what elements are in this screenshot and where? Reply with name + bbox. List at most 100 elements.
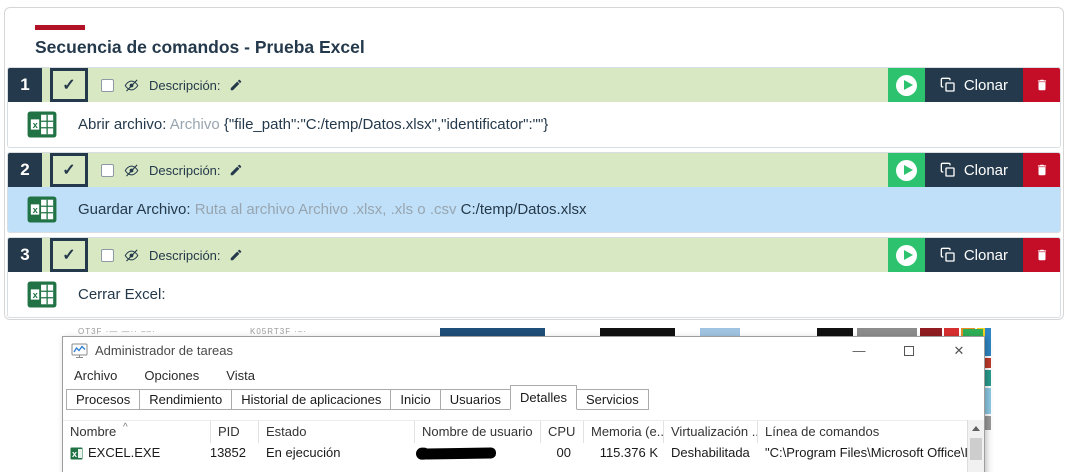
delete-step-button[interactable] bbox=[1023, 238, 1060, 272]
menu-vista[interactable]: Vista bbox=[226, 368, 255, 383]
title-accent-bar bbox=[35, 25, 85, 30]
edit-description-icon[interactable] bbox=[229, 78, 243, 92]
maximize-icon bbox=[904, 346, 914, 356]
clone-step-button[interactable]: Clonar bbox=[925, 153, 1023, 187]
hide-description-icon[interactable] bbox=[122, 78, 141, 93]
command-sequence-panel: Secuencia de comandos - Prueba Excel 1 ✓… bbox=[4, 7, 1064, 320]
step-number-badge: 1 bbox=[8, 68, 42, 102]
step-number-badge: 2 bbox=[8, 153, 42, 187]
description-label: Descripción: bbox=[149, 78, 221, 93]
delete-step-button[interactable] bbox=[1023, 68, 1060, 102]
step-enabled-toggle[interactable]: ✓ bbox=[50, 238, 88, 272]
details-table: Nombre^ PID Estado Nombre de usuario CPU… bbox=[63, 420, 984, 472]
scrollbar-thumb[interactable] bbox=[970, 438, 982, 460]
description-label: Descripción: bbox=[149, 248, 221, 263]
description-area: Descripción: bbox=[88, 153, 888, 187]
clone-button-label: Clonar bbox=[964, 247, 1008, 264]
description-area: Descripción: bbox=[88, 68, 888, 102]
play-icon bbox=[896, 245, 917, 266]
task-manager-window: Administrador de tareas — ✕ Archivo Opci… bbox=[62, 336, 985, 472]
background-color-block bbox=[920, 328, 942, 336]
action-label: Guardar Archivo: bbox=[78, 201, 191, 218]
task-manager-titlebar[interactable]: Administrador de tareas — ✕ bbox=[63, 337, 984, 364]
background-color-block bbox=[944, 328, 959, 336]
edit-description-icon[interactable] bbox=[229, 163, 243, 177]
param-hint: Archivo bbox=[170, 116, 220, 133]
cell-cpu: 00 bbox=[541, 443, 584, 463]
minimize-button[interactable]: — bbox=[834, 337, 884, 364]
copy-icon bbox=[940, 162, 956, 178]
close-button[interactable]: ✕ bbox=[934, 337, 984, 364]
task-manager-app-icon bbox=[71, 343, 88, 359]
delete-step-button[interactable] bbox=[1023, 153, 1060, 187]
excel-icon: x bbox=[27, 111, 57, 138]
vertical-scrollbar[interactable] bbox=[967, 420, 984, 472]
excel-process-icon: x bbox=[70, 447, 83, 460]
step-select-checkbox[interactable] bbox=[101, 249, 114, 262]
run-step-button[interactable] bbox=[888, 153, 925, 187]
cell-pid: 13852 bbox=[211, 443, 259, 463]
column-header-memoria[interactable]: Memoria (e... bbox=[584, 421, 664, 443]
step-command-text: Cerrar Excel: bbox=[78, 286, 166, 303]
step-select-checkbox[interactable] bbox=[101, 79, 114, 92]
run-step-button[interactable] bbox=[888, 238, 925, 272]
step-number-badge: 3 bbox=[8, 238, 42, 272]
hide-description-icon[interactable] bbox=[122, 163, 141, 178]
cell-estado: En ejecución bbox=[259, 443, 415, 463]
tab-rendimiento[interactable]: Rendimiento bbox=[139, 389, 232, 410]
column-header-estado[interactable]: Estado bbox=[259, 421, 415, 443]
column-header-virtualizacion[interactable]: Virtualización ... bbox=[664, 421, 758, 443]
tab-procesos[interactable]: Procesos bbox=[66, 389, 140, 410]
cell-virtualizacion: Deshabilitada bbox=[664, 443, 758, 463]
tab-historial[interactable]: Historial de aplicaciones bbox=[231, 389, 391, 410]
trash-icon bbox=[1035, 247, 1049, 263]
column-header-linea-comandos[interactable]: Línea de comandos bbox=[758, 421, 967, 443]
menu-opciones[interactable]: Opciones bbox=[144, 368, 199, 383]
step-block-3: 3 ✓ Descripción: Clonar bbox=[7, 237, 1061, 318]
tab-usuarios[interactable]: Usuarios bbox=[440, 389, 511, 410]
column-header-usuario[interactable]: Nombre de usuario bbox=[415, 421, 541, 443]
svg-text:x: x bbox=[33, 120, 39, 130]
step-command-row[interactable]: x Abrir archivo: Archivo {"file_path":"C… bbox=[8, 102, 1060, 147]
maximize-button[interactable] bbox=[884, 337, 934, 364]
description-area: Descripción: bbox=[88, 238, 888, 272]
cell-linea-comandos: "C:\Program Files\Microsoft Office\I bbox=[758, 443, 967, 463]
excel-icon: x bbox=[27, 196, 57, 223]
check-icon: ✓ bbox=[62, 245, 75, 265]
column-header-nombre[interactable]: Nombre^ bbox=[63, 421, 211, 443]
process-row-excel[interactable]: x EXCEL.EXE 13852 En ejecución 00 115.37… bbox=[63, 443, 984, 463]
trash-icon bbox=[1035, 162, 1049, 178]
column-header-cpu[interactable]: CPU bbox=[541, 421, 584, 443]
hide-description-icon[interactable] bbox=[122, 248, 141, 263]
background-text-fragment: OT3F ·— —·· ––· bbox=[78, 327, 156, 336]
step-enabled-toggle[interactable]: ✓ bbox=[50, 153, 88, 187]
play-icon bbox=[896, 160, 917, 181]
svg-text:x: x bbox=[33, 290, 39, 300]
run-step-button[interactable] bbox=[888, 68, 925, 102]
clone-step-button[interactable]: Clonar bbox=[925, 238, 1023, 272]
edit-description-icon[interactable] bbox=[229, 248, 243, 262]
scroll-up-icon bbox=[972, 426, 980, 431]
param-value: C:/temp/Datos.xlsx bbox=[461, 201, 587, 218]
svg-text:x: x bbox=[72, 449, 77, 459]
column-header-pid[interactable]: PID bbox=[211, 421, 259, 443]
panel-header: Secuencia de comandos - Prueba Excel bbox=[5, 8, 1063, 58]
background-color-block bbox=[857, 328, 917, 336]
step-actions: Clonar bbox=[888, 238, 1060, 272]
cell-memoria: 115.376 K bbox=[584, 443, 664, 463]
background-color-sliver bbox=[985, 328, 991, 356]
background-color-block bbox=[440, 328, 545, 336]
tab-detalles[interactable]: Detalles bbox=[510, 385, 577, 410]
tab-servicios[interactable]: Servicios bbox=[576, 389, 649, 410]
screenshot-root: Secuencia de comandos - Prueba Excel 1 ✓… bbox=[0, 0, 1073, 472]
step-enabled-toggle[interactable]: ✓ bbox=[50, 68, 88, 102]
step-select-checkbox[interactable] bbox=[101, 164, 114, 177]
step-command-text: Guardar Archivo: Ruta al archivo Archivo… bbox=[78, 201, 587, 218]
table-header-row: Nombre^ PID Estado Nombre de usuario CPU… bbox=[63, 421, 984, 443]
scroll-up-button[interactable] bbox=[968, 420, 984, 437]
step-command-row-selected[interactable]: x Guardar Archivo: Ruta al archivo Archi… bbox=[8, 187, 1060, 232]
clone-step-button[interactable]: Clonar bbox=[925, 68, 1023, 102]
tab-inicio[interactable]: Inicio bbox=[390, 389, 440, 410]
step-command-row[interactable]: x Cerrar Excel: bbox=[8, 272, 1060, 317]
menu-archivo[interactable]: Archivo bbox=[74, 368, 117, 383]
